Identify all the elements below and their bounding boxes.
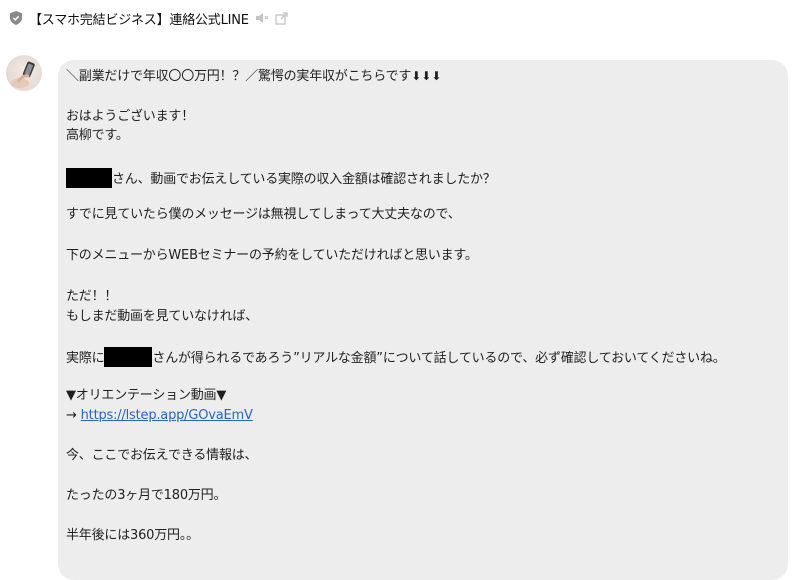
actual-text: さんが得られるであろう”リアルな金額”について話しているので、必ず確認しておいて…	[152, 351, 726, 366]
but-text: ただ！！	[66, 289, 118, 304]
confirm-text: さん、動画でお伝えしている実際の収入金額は確認されましたか？	[112, 172, 496, 187]
redacted-name	[66, 168, 112, 188]
arrow-right-icon: →	[66, 408, 77, 423]
chat-header: 【スマホ完結ビジネス】連絡公式LINE	[0, 0, 793, 36]
name-text: 高柳です。	[66, 128, 129, 143]
redacted-name	[104, 347, 153, 367]
ignore-text: すでに見ていたら僕のメッセージは無視してしまって大丈夫なので、	[66, 207, 461, 222]
three-months-text: たったの3ヶ月で180万円。	[66, 488, 227, 503]
menu-text: 下のメニューからWEBセミナーの予約をしていただければと思います。	[66, 248, 478, 263]
message-headline: ＼副業だけで年収〇〇万円！？／驚愕の実年収がこちらです⬇⬇⬇	[66, 67, 441, 86]
chat-title[interactable]: 【スマホ完結ビジネス】連絡公式LINE	[29, 9, 249, 28]
half-year-text: 半年後には360万円。。	[66, 528, 199, 543]
mute-icon[interactable]	[255, 12, 269, 24]
link-line: → https://lstep.app/GOvaEmV	[66, 407, 253, 425]
confirm-line: さん、動画でお伝えしている実際の収入金額は確認されましたか？	[66, 168, 496, 189]
orientation-video-link[interactable]: https://lstep.app/GOvaEmV	[81, 408, 253, 423]
info-text: 今、ここでお伝えできる情報は、	[66, 448, 258, 463]
not-seen-text: もしまだ動画を見ていなければ、	[66, 309, 259, 324]
video-heading: ▼オリエンテーション動画▼	[66, 388, 227, 403]
actual-prefix: 実際に	[66, 351, 105, 366]
external-link-icon[interactable]	[275, 11, 288, 25]
actual-line: 実際に さんが得られるであろう”リアルな金額”について話しているので、必ず確認して…	[66, 347, 726, 368]
shield-icon	[9, 11, 23, 25]
greeting-text: おはようございます！	[66, 109, 195, 124]
down-arrows: ⬇⬇⬇	[411, 69, 442, 83]
headline-text: ＼副業だけで年収〇〇万円！？／驚愕の実年収がこちらです	[66, 69, 412, 84]
avatar[interactable]	[6, 55, 42, 91]
